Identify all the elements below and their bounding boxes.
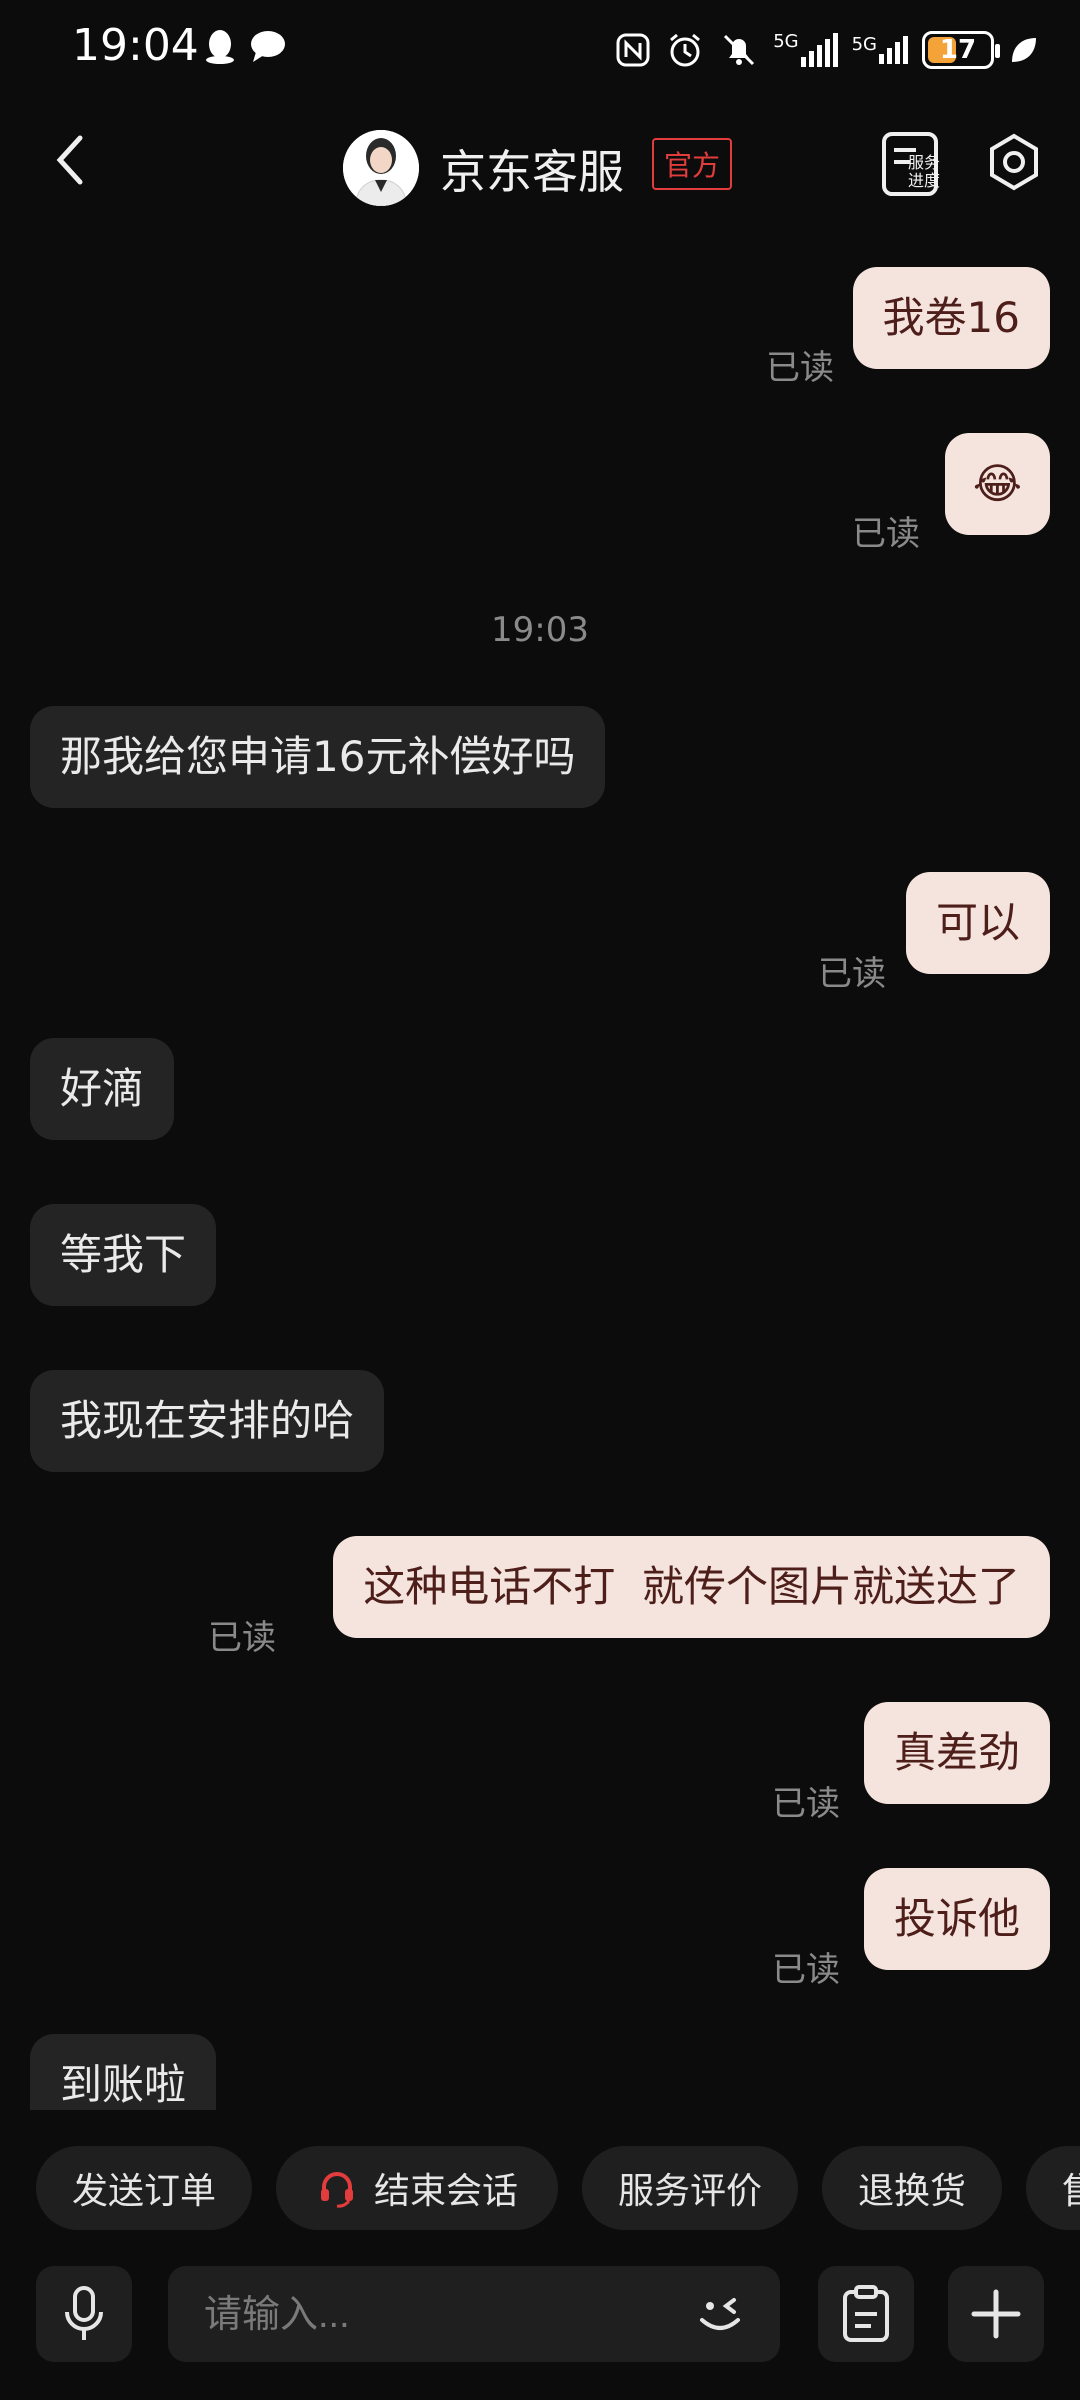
- chip-label: 发送订单: [71, 2171, 216, 2212]
- message-outgoing[interactable]: 可以: [905, 872, 1050, 975]
- service-progress-button[interactable]: 服务 进度: [878, 128, 950, 200]
- send-order-button[interactable]: 发送订单: [36, 2146, 252, 2230]
- clipboard-icon: [843, 2285, 889, 2342]
- chip-label: 服务评价: [617, 2171, 762, 2212]
- voice-button[interactable]: [36, 2266, 132, 2362]
- plus-icon: [971, 2289, 1021, 2339]
- input-bar: [0, 2266, 1080, 2366]
- message-text: 好滴: [30, 1038, 175, 1141]
- chat-header: 京东客服 官方 服务 进度: [0, 110, 1080, 220]
- chip-label: 结束会话: [373, 2171, 518, 2212]
- service-rating-button[interactable]: 服务评价: [582, 2146, 798, 2230]
- message-input-container[interactable]: [168, 2266, 780, 2362]
- after-sales-button[interactable]: 售: [1026, 2146, 1080, 2230]
- page-title: 京东客服: [440, 145, 624, 199]
- end-session-button[interactable]: 结束会话: [276, 2146, 558, 2230]
- message-text: 投诉他: [863, 1868, 1050, 1971]
- message-outgoing[interactable]: 投诉他: [863, 1868, 1050, 1971]
- network-label-2: 5G: [851, 34, 877, 55]
- message-text: 我卷16: [852, 267, 1050, 370]
- message-text: 到账啦: [30, 2034, 217, 2110]
- alarm-icon: [670, 33, 701, 67]
- message-incoming[interactable]: 等我下: [30, 1204, 217, 1307]
- signal-icon-1: 5G: [773, 31, 838, 67]
- read-status: 已读: [766, 348, 834, 388]
- message-input[interactable]: [202, 2288, 656, 2342]
- read-status: 已读: [772, 1950, 840, 1990]
- add-button[interactable]: [948, 2266, 1044, 2362]
- message-outgoing[interactable]: 我卷16: [852, 267, 1050, 370]
- message-outgoing[interactable]: 真差劲: [863, 1702, 1050, 1805]
- status-time: 19:04: [72, 20, 199, 71]
- official-badge: 官方: [652, 138, 733, 190]
- nfc-icon: [616, 33, 650, 67]
- return-exchange-button[interactable]: 退换货: [822, 2146, 1002, 2230]
- signal-icon-2: 5G: [852, 36, 908, 64]
- battery-level: 17: [939, 35, 977, 65]
- read-status: 已读: [772, 1784, 840, 1824]
- read-status: 已读: [818, 954, 886, 994]
- chip-label: 退换货: [857, 2171, 966, 2212]
- quick-actions-bar[interactable]: 发送订单 结束会话 服务评价 退换货 售: [0, 2146, 1080, 2236]
- emoji-icon[interactable]: [690, 2284, 750, 2344]
- service-progress-label: 服务 进度: [908, 153, 941, 190]
- avatar[interactable]: [343, 130, 419, 206]
- message-text: 我现在安排的哈: [30, 1370, 385, 1473]
- message-outgoing[interactable]: 😂: [944, 433, 1050, 536]
- battery-indicator: 17: [922, 31, 1000, 69]
- status-bar: 19:04 5G 5G 17: [0, 0, 1080, 100]
- message-text: 那我给您申请16元补偿好吗: [30, 706, 606, 809]
- settings-icon[interactable]: [982, 130, 1046, 194]
- message-icon: [251, 31, 285, 62]
- network-label-1: 5G: [773, 31, 799, 52]
- leaf-icon: [1012, 38, 1036, 62]
- message-incoming[interactable]: 到账啦: [30, 2034, 217, 2110]
- chip-label: 售: [1062, 2162, 1080, 2214]
- microphone-icon: [65, 2286, 103, 2340]
- clipboard-button[interactable]: [818, 2266, 914, 2362]
- read-status: 已读: [852, 514, 920, 554]
- message-text: 可以: [905, 872, 1050, 975]
- qq-icon: [206, 30, 234, 64]
- message-incoming[interactable]: 我现在安排的哈: [30, 1370, 385, 1473]
- message-text: 等我下: [30, 1204, 217, 1307]
- chat-timestamp: 19:03: [491, 610, 589, 650]
- message-text: 真差劲: [863, 1702, 1050, 1805]
- message-emoji: 😂: [944, 433, 1050, 536]
- message-text: 这种电话不打 就传个图片就送达了: [333, 1536, 1050, 1639]
- message-incoming[interactable]: 好滴: [30, 1038, 175, 1141]
- chat-list[interactable]: 已读 我卷16 已读 😂 19:03 那我给您申请16元补偿好吗 已读 可以 好…: [0, 240, 1080, 2110]
- message-incoming[interactable]: 那我给您申请16元补偿好吗: [30, 706, 606, 809]
- read-status: 已读: [208, 1618, 276, 1658]
- back-arrow-icon[interactable]: [44, 130, 104, 190]
- message-outgoing[interactable]: 这种电话不打 就传个图片就送达了: [333, 1536, 1050, 1639]
- headset-icon: [320, 2172, 353, 2208]
- mute-bell-icon: [724, 34, 755, 66]
